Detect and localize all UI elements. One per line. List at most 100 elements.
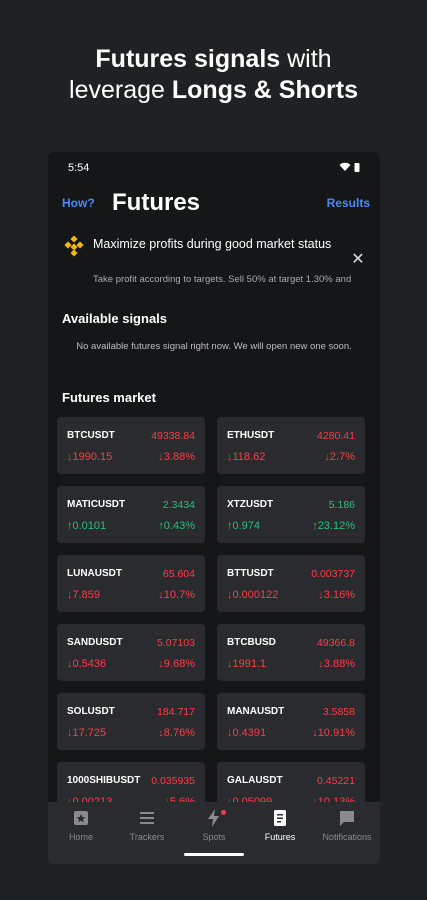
list-icon [114,808,180,828]
nav-label: Home [68,832,93,842]
market-change-value: 0.000122 [232,589,279,601]
market-card[interactable]: XTZUSDT 5.186 ↑0.974 ↑23.12% [217,486,365,543]
lightning-icon [181,808,247,828]
market-card[interactable]: MATICUSDT 2.3434 ↑0.0101 ↑0.43% [57,486,205,543]
battery-icon [354,163,360,172]
available-signals-title: Available signals [62,311,168,326]
market-change: ↓0.000122 [227,589,278,601]
market-percent-value: 8.76% [163,727,195,739]
market-percent: ↓3.88% [318,658,355,670]
market-symbol: BTTUSDT [227,568,274,579]
market-percent: ↓2.7% [324,451,355,463]
market-card[interactable]: LUNAUSDT 65.604 ↓7.859 ↓10.7% [57,555,205,612]
results-link[interactable]: Results [327,196,370,210]
document-icon [247,808,313,828]
market-percent: ↓9.68% [158,658,195,670]
market-price: 3.5858 [322,706,355,718]
market-change-value: 0.974 [232,520,261,532]
home-icon [48,808,114,828]
market-change-value: 17.725 [72,727,107,739]
market-symbol: ETHUSDT [227,430,275,441]
market-price: 2.3434 [162,499,195,511]
market-change: ↓0.4391 [227,727,266,739]
market-change: ↑0.0101 [67,520,106,532]
nav-label: Futures [264,832,296,842]
market-price: 5.186 [328,499,355,511]
market-percent-value: 10.7% [163,589,195,601]
nav-spots[interactable]: Spots [181,808,247,842]
market-percent: ↓3.88% [158,451,195,463]
market-percent: ↓10.7% [158,589,195,601]
market-symbol: BTCBUSD [227,637,276,648]
nav-home[interactable]: Home [48,808,114,842]
market-change-value: 7.859 [72,589,101,601]
market-symbol: SOLUSDT [67,706,115,717]
market-change: ↓7.859 [67,589,100,601]
market-change-value: 1991.1 [232,658,267,670]
market-price: 0.003737 [311,568,355,580]
banner-subtitle: Take profit according to targets. Sell 5… [93,274,352,285]
nav-notifications[interactable]: Notifications [314,808,380,842]
market-card[interactable]: MANAUSDT 3.5858 ↓0.4391 ↓10.91% [217,693,365,750]
market-change-value: 0.4391 [232,727,267,739]
market-price: 49366.8 [317,637,355,649]
market-symbol: MANAUSDT [227,706,285,717]
phone-screen: 5:54 How? Futures Results Maximize profi… [48,152,380,864]
market-change-value: 118.62 [232,451,266,463]
notification-dot [221,810,226,815]
market-percent-value: 10.91% [317,727,355,739]
market-price: 0.45221 [317,775,355,787]
home-indicator [184,853,244,856]
status-time: 5:54 [68,162,90,174]
market-change: ↓1991.1 [227,658,266,670]
promo-banner[interactable]: Maximize profits during good market stat… [48,234,380,292]
market-symbol: 1000SHIBUSDT [67,775,141,786]
market-change: ↓0.5436 [67,658,106,670]
no-signals-message: No available futures signal right now. W… [76,341,352,352]
chat-icon [314,808,380,828]
market-percent: ↓8.76% [158,727,195,739]
nav-futures[interactable]: Futures [247,808,313,842]
market-change: ↓17.725 [67,727,106,739]
market-price: 4280.41 [317,430,355,442]
nav-label: Spots [202,832,226,842]
market-percent: ↓3.16% [318,589,355,601]
market-price: 0.035935 [151,775,195,787]
promo-headline: Futures signals with leverage Longs & Sh… [0,44,427,106]
market-symbol: XTZUSDT [227,499,274,510]
market-change: ↓1990.15 [67,451,112,463]
market-symbol: SANDUSDT [67,637,123,648]
market-symbol: BTCUSDT [67,430,115,441]
market-card[interactable]: BTCBUSD 49366.8 ↓1991.1 ↓3.88% [217,624,365,681]
market-change: ↑0.974 [227,520,260,532]
how-link[interactable]: How? [62,196,95,210]
bottom-navigation: Home Trackers Spots Futures Notifications [48,802,380,864]
close-icon[interactable]: ✕ [348,250,368,270]
market-percent: ↑23.12% [312,520,355,532]
market-symbol: MATICUSDT [67,499,126,510]
market-card[interactable]: BTTUSDT 0.003737 ↓0.000122 ↓3.16% [217,555,365,612]
banner-title: Maximize profits during good market stat… [93,237,332,251]
futures-market-title: Futures market [62,390,156,405]
market-percent-value: 3.16% [323,589,355,601]
market-card[interactable]: ETHUSDT 4280.41 ↓118.62 ↓2.7% [217,417,365,474]
binance-logo-icon [64,236,84,257]
market-symbol: LUNAUSDT [67,568,122,579]
status-icons [339,162,360,175]
nav-label: Notifications [322,832,372,842]
market-percent: ↓10.91% [312,727,355,739]
wifi-icon [339,162,351,171]
market-percent-value: 2.7% [329,451,355,463]
page-title: Futures [112,189,201,216]
headline-text-2: leverage [69,76,172,104]
nav-trackers[interactable]: Trackers [114,808,180,842]
market-card[interactable]: SOLUSDT 184.717 ↓17.725 ↓8.76% [57,693,205,750]
market-price: 184.717 [157,706,195,718]
headline-text-1: with [280,45,332,73]
market-percent: ↑0.43% [158,520,195,532]
market-percent-value: 3.88% [163,451,195,463]
market-card[interactable]: SANDUSDT 5.07103 ↓0.5436 ↓9.68% [57,624,205,681]
market-change-value: 0.5436 [72,658,107,670]
status-bar: 5:54 [68,162,360,178]
market-card[interactable]: BTCUSDT 49338.84 ↓1990.15 ↓3.88% [57,417,205,474]
